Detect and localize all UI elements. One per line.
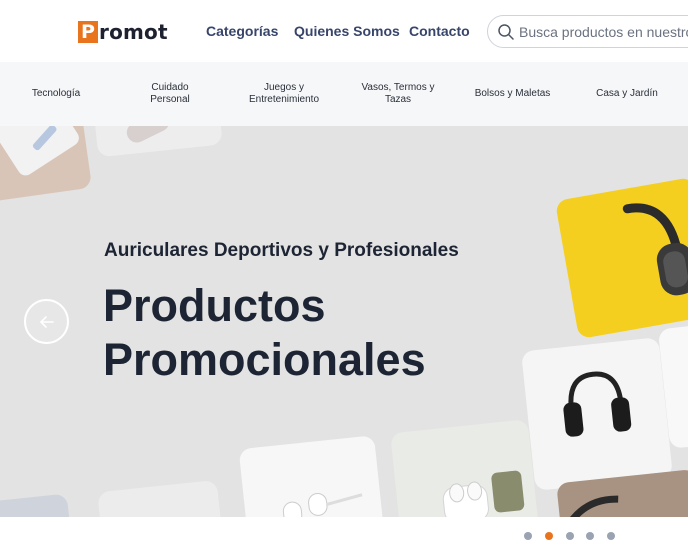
product-image-card	[390, 419, 540, 517]
brand-logo[interactable]: P romot	[78, 20, 168, 44]
search-icon	[498, 24, 514, 40]
arrow-left-icon	[39, 315, 54, 328]
site-header: P romot Categorías Quienes Somos Contact…	[0, 0, 688, 62]
nav-link-quienes-somos[interactable]: Quienes Somos	[294, 23, 400, 39]
carousel-dot[interactable]	[524, 532, 532, 540]
hero-subtitle: Auriculares Deportivos y Profesionales	[104, 240, 459, 261]
logo-mark: P	[78, 21, 98, 43]
product-image-card	[0, 493, 73, 517]
product-image-card	[97, 479, 223, 517]
carousel-dot[interactable]	[607, 532, 615, 540]
category-bar: Tecnología Cuidado Personal Juegos y Ent…	[0, 62, 688, 126]
carousel-prev-button[interactable]	[24, 299, 69, 344]
category-vasos-termos-tazas[interactable]: Vasos, Termos y Tazas	[358, 62, 438, 126]
headphones-image	[563, 371, 632, 437]
carousel-dot[interactable]	[566, 532, 574, 540]
category-juegos-entretenimiento[interactable]: Juegos y Entretenimiento	[244, 62, 324, 126]
earbuds-case-image	[442, 470, 525, 517]
product-image-card	[238, 435, 386, 517]
search-input[interactable]	[519, 16, 688, 47]
product-image-card	[0, 126, 93, 204]
search-box[interactable]	[487, 15, 688, 48]
category-cuidado-personal[interactable]: Cuidado Personal	[140, 62, 200, 126]
product-image-card	[554, 176, 688, 340]
category-tecnologia[interactable]: Tecnología	[20, 62, 92, 126]
product-image-card	[92, 126, 223, 158]
category-bolsos-maletas[interactable]: Bolsos y Maletas	[470, 62, 555, 126]
earbuds-image	[282, 492, 363, 517]
logo-text: romot	[99, 20, 168, 44]
nav-link-contacto[interactable]: Contacto	[409, 23, 470, 39]
hero-title-line: Promocionales	[103, 334, 426, 385]
hero-banner: Auriculares Deportivos y Profesionales P…	[0, 126, 688, 517]
hero-title: Productos Promocionales	[103, 279, 426, 387]
carousel-dot[interactable]	[586, 532, 594, 540]
hero-title-line: Productos	[103, 280, 326, 331]
carousel-dot-active[interactable]	[545, 532, 553, 540]
nav-link-categorias[interactable]: Categorías	[206, 23, 278, 39]
carousel-indicators	[0, 532, 688, 542]
headphones-image	[622, 203, 688, 296]
product-image-card	[521, 337, 673, 491]
category-casa-jardin[interactable]: Casa y Jardín	[588, 62, 666, 126]
